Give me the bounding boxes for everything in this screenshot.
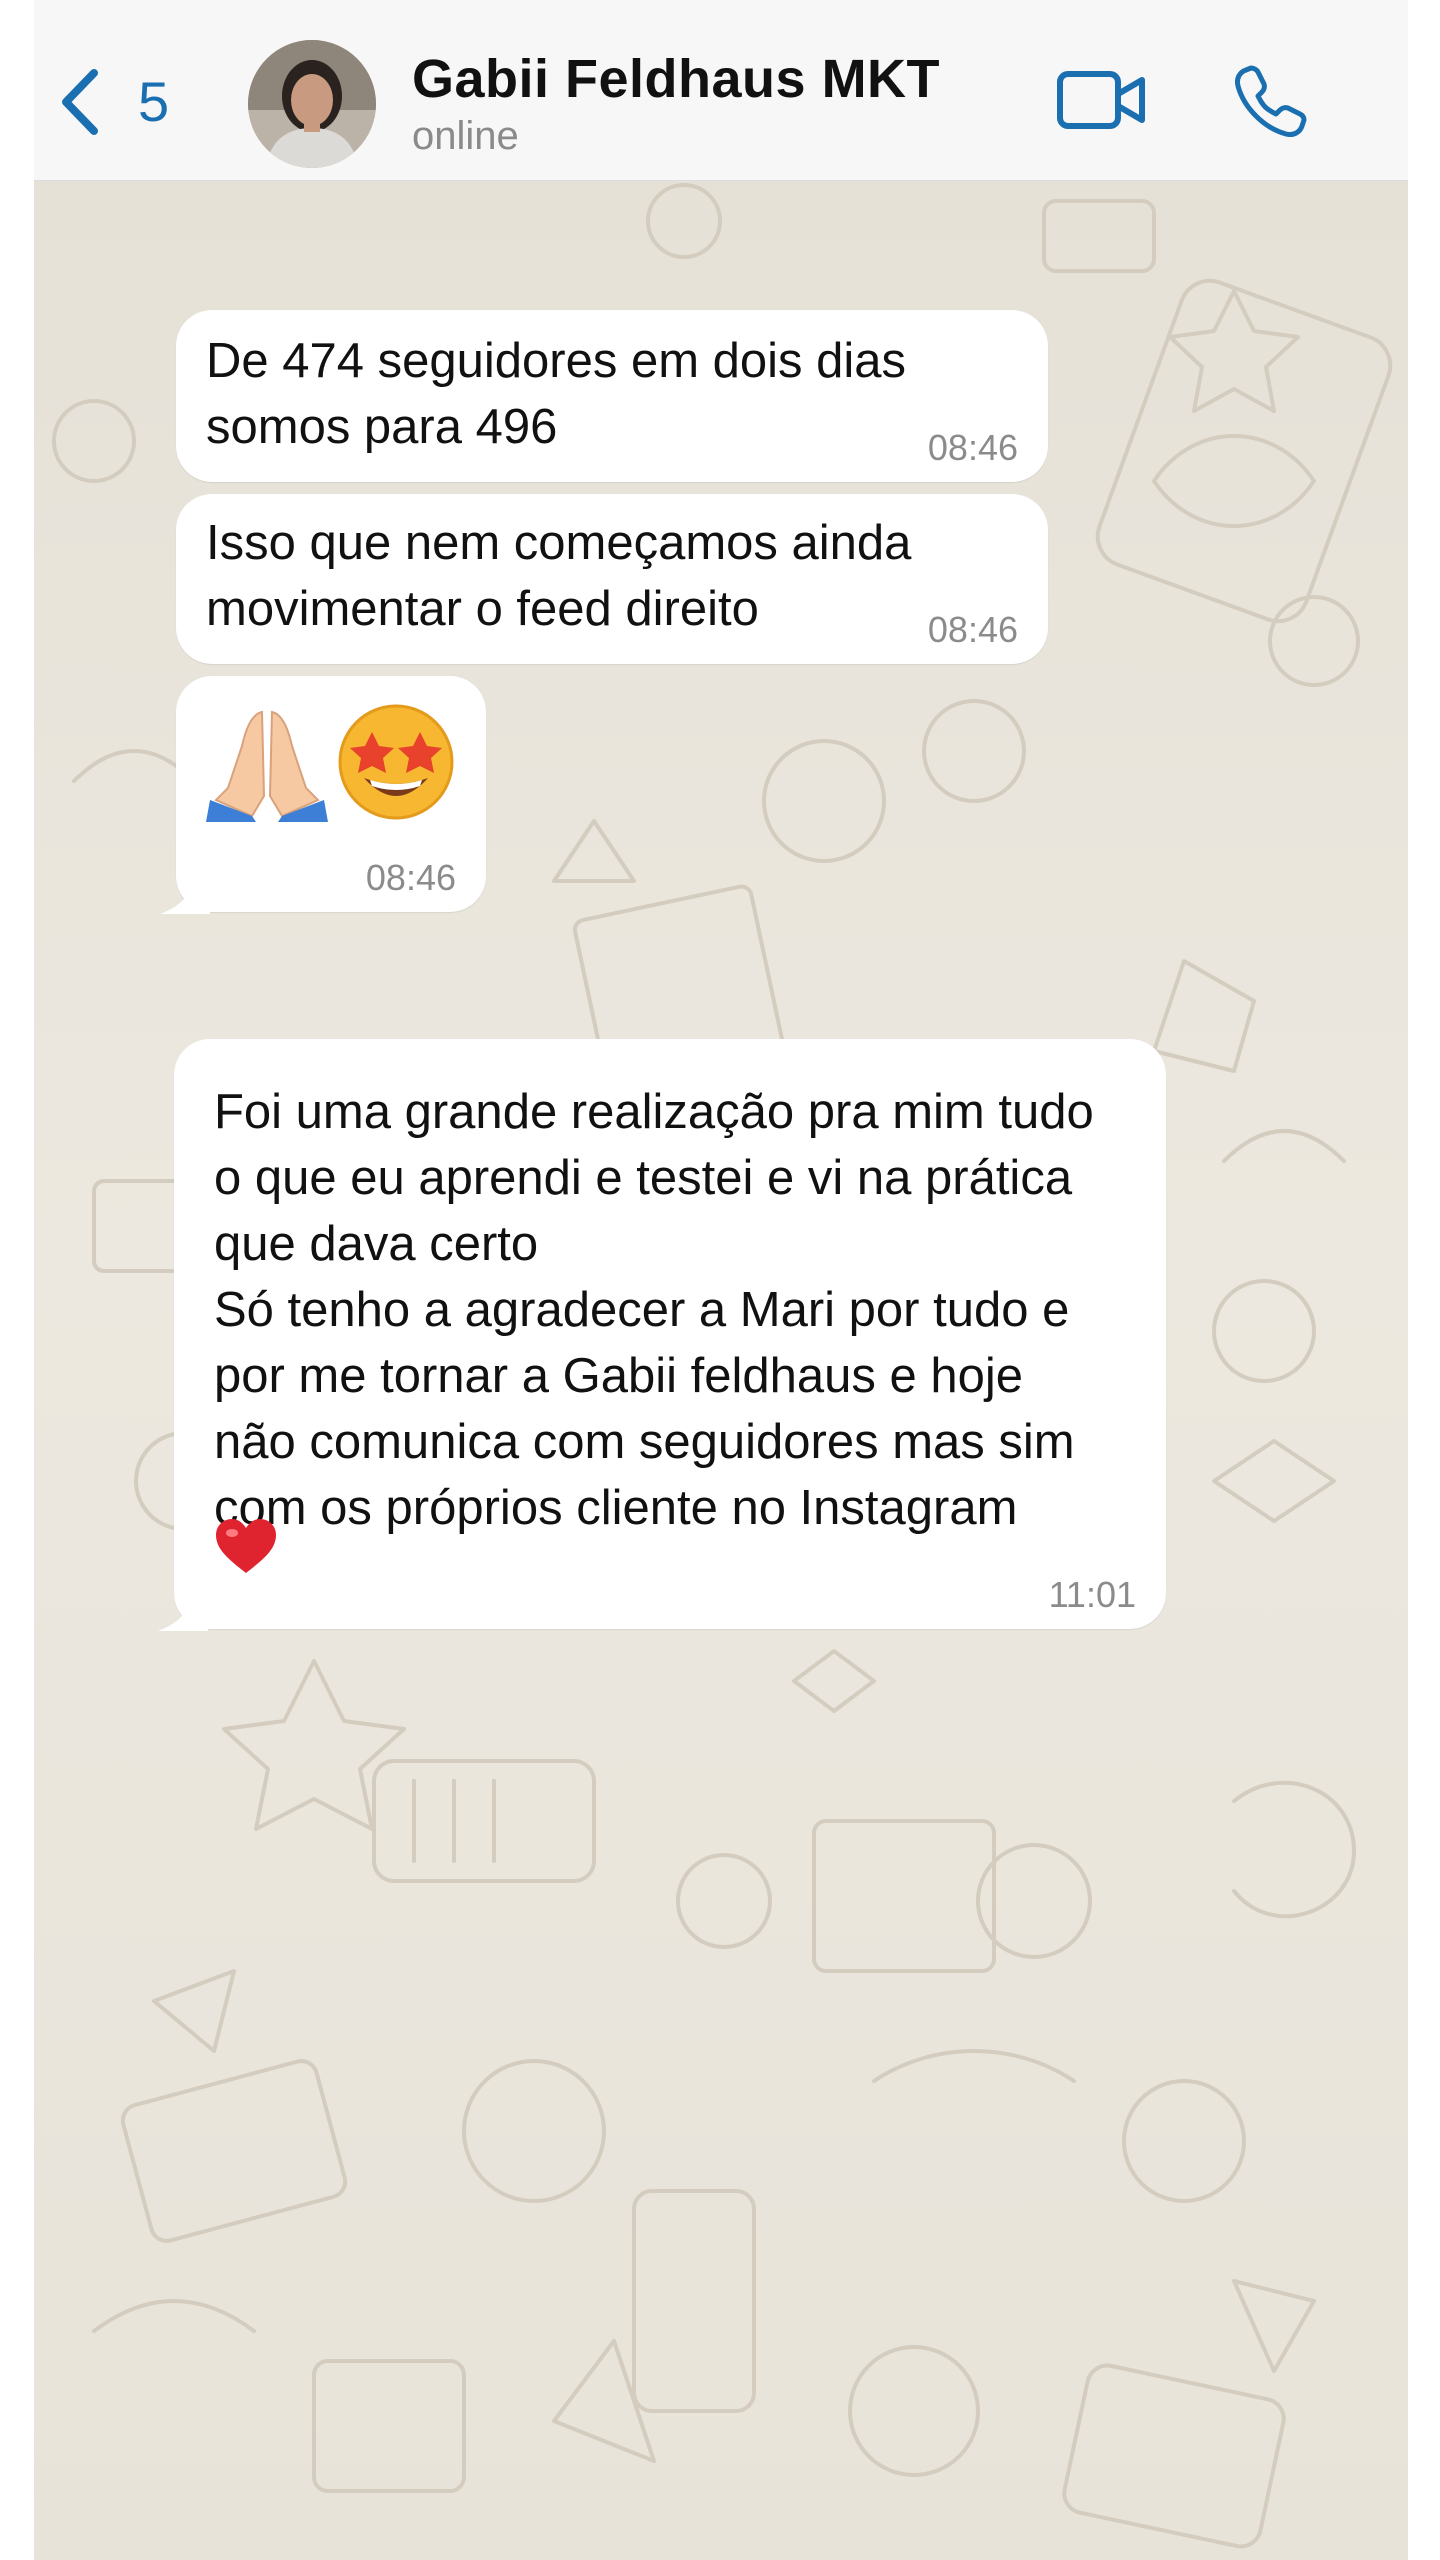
message-time: 08:46	[927, 427, 1018, 468]
message-text: Foi uma grande realização pra mim tudo o…	[214, 1085, 1094, 1535]
message-time: 08:46	[365, 857, 456, 898]
star-struck-icon	[338, 704, 454, 820]
chat-header: 5 Gabii Feldhaus MKT online	[34, 0, 1408, 181]
video-call-button[interactable]	[1056, 68, 1148, 132]
contact-avatar[interactable]	[248, 40, 376, 168]
chat-area[interactable]: De 474 seguidores em dois dias somos par…	[34, 181, 1408, 2560]
message-text: Isso que nem começamos ainda movimentar …	[206, 516, 912, 636]
contact-name[interactable]: Gabii Feldhaus MKT	[412, 48, 940, 110]
incoming-message[interactable]: Foi uma grande realização pra mim tudo o…	[174, 1039, 1166, 1629]
incoming-message[interactable]: Isso que nem começamos ainda movimentar …	[176, 494, 1048, 664]
voice-call-button[interactable]	[1232, 64, 1308, 140]
folded-hands-icon	[206, 710, 328, 822]
video-camera-icon	[1057, 71, 1145, 129]
phone-icon	[1235, 65, 1307, 137]
message-time: 08:46	[927, 609, 1018, 650]
incoming-message[interactable]: 08:46	[176, 676, 486, 912]
emoji-row	[206, 704, 456, 839]
bubble-tail	[160, 870, 210, 914]
incoming-message[interactable]: De 474 seguidores em dois dias somos par…	[176, 310, 1048, 482]
bubble-tail	[158, 1587, 208, 1631]
back-button[interactable]: 5	[58, 52, 169, 152]
message-time: 11:01	[1048, 1574, 1136, 1615]
chat-screen: 5 Gabii Feldhaus MKT online De 474 segui…	[34, 0, 1408, 2560]
contact-status: online	[412, 114, 519, 158]
red-heart-icon	[216, 1519, 276, 1573]
profile-photo	[248, 40, 376, 168]
chevron-left-icon	[62, 69, 98, 135]
message-text: De 474 seguidores em dois dias somos par…	[206, 334, 907, 454]
unread-count: 5	[138, 70, 170, 133]
